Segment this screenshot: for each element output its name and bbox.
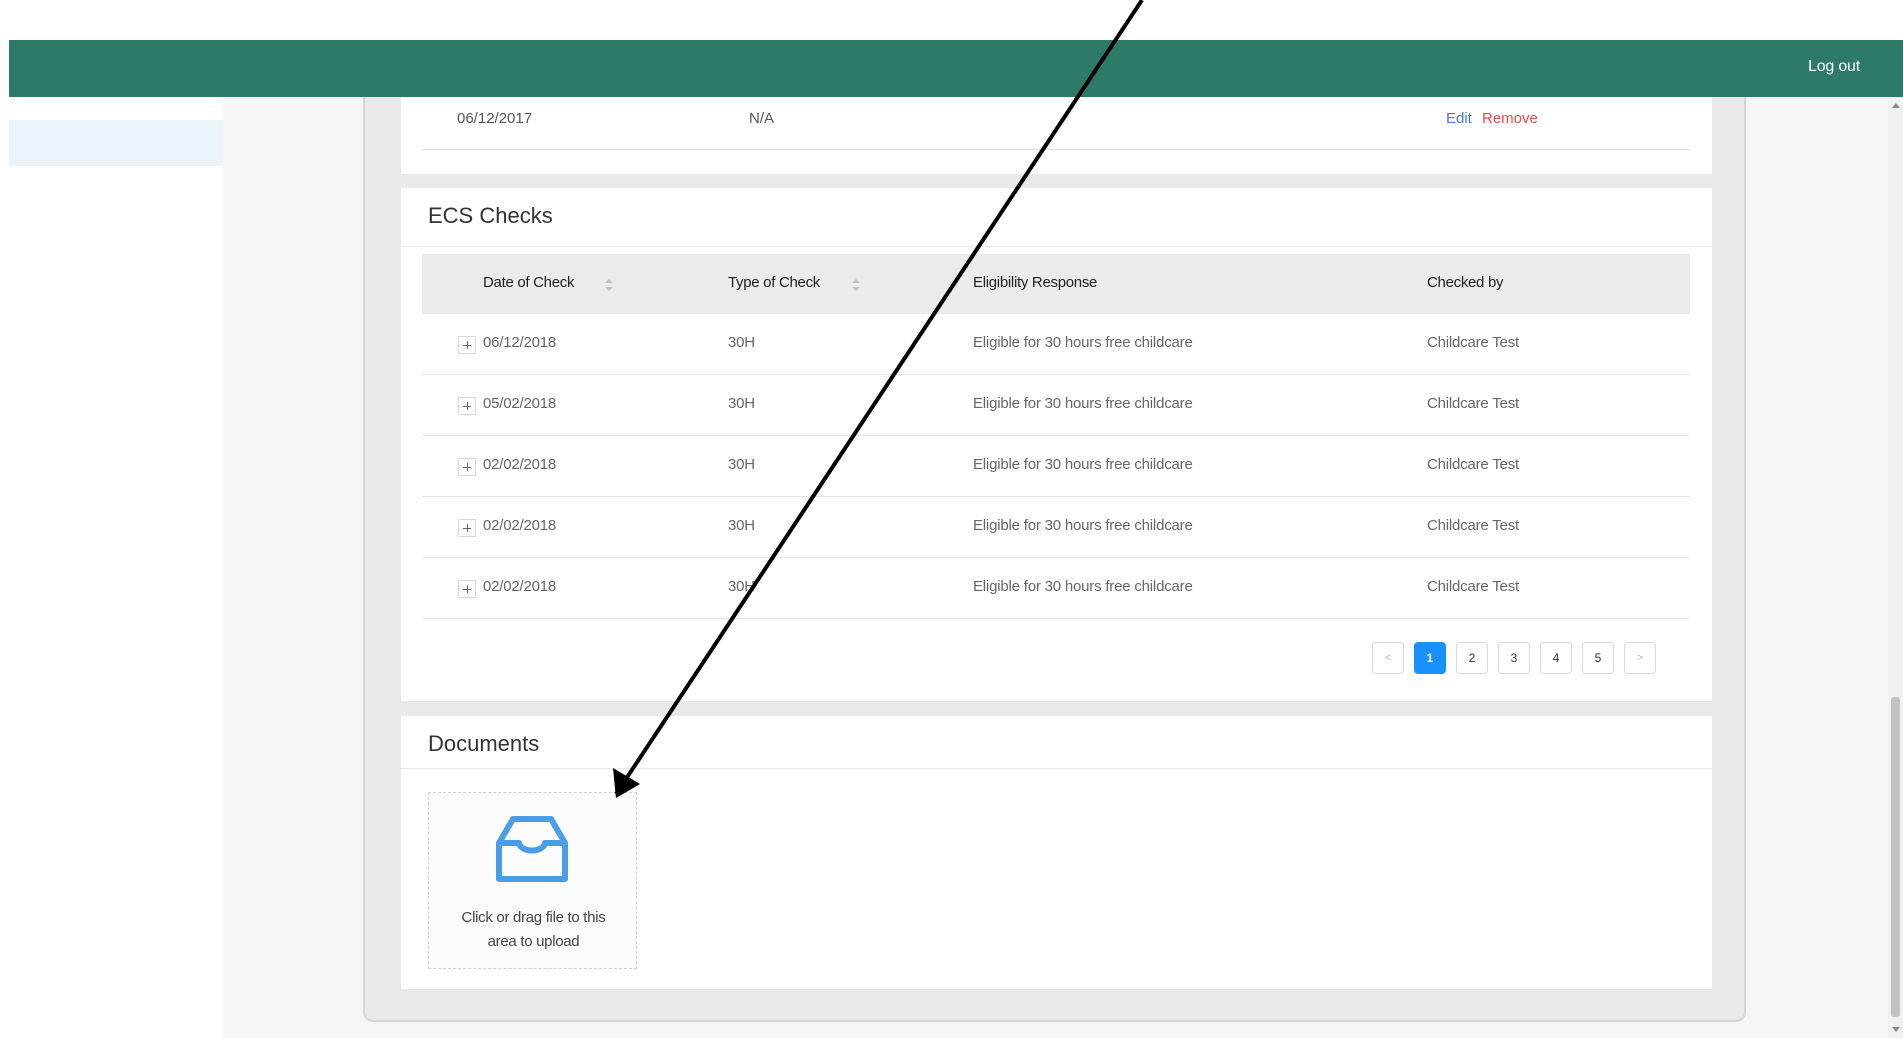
cell-response: Eligible for 30 hours free childcare <box>973 456 1193 473</box>
pagination-page-4[interactable]: 4 <box>1540 642 1572 674</box>
upload-text-line-1: Click or drag file to this <box>461 909 606 926</box>
table-row: 05/02/2018 30H Eligible for 30 hours fre… <box>422 375 1690 436</box>
expand-row-button[interactable] <box>458 580 476 598</box>
expand-row-button[interactable] <box>458 336 476 354</box>
edit-link[interactable]: Edit <box>1446 110 1472 127</box>
documents-card: Documents Click or drag file to this are… <box>401 716 1712 989</box>
column-header-date[interactable]: Date of Check <box>483 274 574 291</box>
cell-checked-by: Childcare Test <box>1427 517 1519 534</box>
left-sidebar <box>9 97 223 1038</box>
table-row: 06/12/2018 30H Eligible for 30 hours fre… <box>422 314 1690 375</box>
pagination-page-3[interactable]: 3 <box>1498 642 1530 674</box>
upload-instructions: Click or drag file to this area to uploa… <box>441 906 626 954</box>
cell-checked-by: Childcare Test <box>1427 578 1519 595</box>
column-header-eligibility: Eligibility Response <box>973 274 1098 291</box>
cell-date: 02/02/2018 <box>483 456 557 473</box>
table-row: 02/02/2018 30H Eligible for 30 hours fre… <box>422 497 1690 558</box>
table-row: 02/02/2018 30H Eligible for 30 hours fre… <box>422 558 1690 619</box>
cell-date: 02/02/2018 <box>483 517 557 534</box>
card-header-divider <box>401 768 1712 769</box>
ecs-table-header: Date of Check Type of Check Eligibility … <box>422 254 1690 314</box>
inbox-icon <box>496 816 568 882</box>
column-header-checked-by: Checked by <box>1427 274 1504 291</box>
row-divider <box>422 149 1690 150</box>
sidebar-selected-item[interactable] <box>9 120 223 166</box>
cell-response: Eligible for 30 hours free childcare <box>973 517 1193 534</box>
pagination: < 1 2 3 4 5 > <box>1372 642 1656 676</box>
scroll-up-icon[interactable] <box>1892 103 1900 108</box>
previous-row-value: N/A <box>749 110 775 127</box>
previous-row-date: 06/12/2017 <box>457 110 533 127</box>
pagination-next-button[interactable]: > <box>1624 642 1656 674</box>
card-header-divider <box>401 246 1712 247</box>
top-header-bar: Log out <box>9 40 1903 97</box>
cell-type: 30H <box>728 395 755 412</box>
pagination-page-2[interactable]: 2 <box>1456 642 1488 674</box>
expand-row-button[interactable] <box>458 458 476 476</box>
cell-checked-by: Childcare Test <box>1427 395 1519 412</box>
logout-link[interactable]: Log out <box>1808 58 1860 76</box>
pagination-page-5[interactable]: 5 <box>1582 642 1614 674</box>
cell-response: Eligible for 30 hours free childcare <box>973 334 1193 351</box>
sort-icon[interactable] <box>603 278 615 292</box>
upload-text-line-2: area to upload <box>487 933 580 950</box>
vertical-scrollbar[interactable] <box>1888 97 1903 1038</box>
cell-response: Eligible for 30 hours free childcare <box>973 395 1193 412</box>
cell-date: 06/12/2018 <box>483 334 557 351</box>
column-header-type[interactable]: Type of Check <box>728 274 820 291</box>
cell-checked-by: Childcare Test <box>1427 456 1519 473</box>
documents-title: Documents <box>428 731 540 756</box>
cell-checked-by: Childcare Test <box>1427 334 1519 351</box>
ecs-checks-title: ECS Checks <box>428 203 553 228</box>
cell-date: 05/02/2018 <box>483 395 557 412</box>
cell-type: 30H <box>728 517 755 534</box>
cell-date: 02/02/2018 <box>483 578 557 595</box>
cell-type: 30H <box>728 578 755 595</box>
ecs-checks-card: ECS Checks Date of Check Type of Check E… <box>401 188 1712 701</box>
pagination-prev-button[interactable]: < <box>1372 642 1404 674</box>
previous-section-card: 06/12/2017 N/A Edit Remove <box>401 97 1712 174</box>
cell-response: Eligible for 30 hours free childcare <box>973 578 1193 595</box>
scrollbar-thumb[interactable] <box>1891 697 1900 1017</box>
expand-row-button[interactable] <box>458 397 476 415</box>
pagination-page-1[interactable]: 1 <box>1414 642 1446 674</box>
table-row: 02/02/2018 30H Eligible for 30 hours fre… <box>422 436 1690 497</box>
remove-link[interactable]: Remove <box>1482 110 1538 127</box>
scroll-down-icon[interactable] <box>1892 1027 1900 1032</box>
expand-row-button[interactable] <box>458 519 476 537</box>
sort-icon[interactable] <box>850 278 862 292</box>
file-upload-dropzone[interactable]: Click or drag file to this area to uploa… <box>428 792 637 969</box>
cell-type: 30H <box>728 456 755 473</box>
cell-type: 30H <box>728 334 755 351</box>
